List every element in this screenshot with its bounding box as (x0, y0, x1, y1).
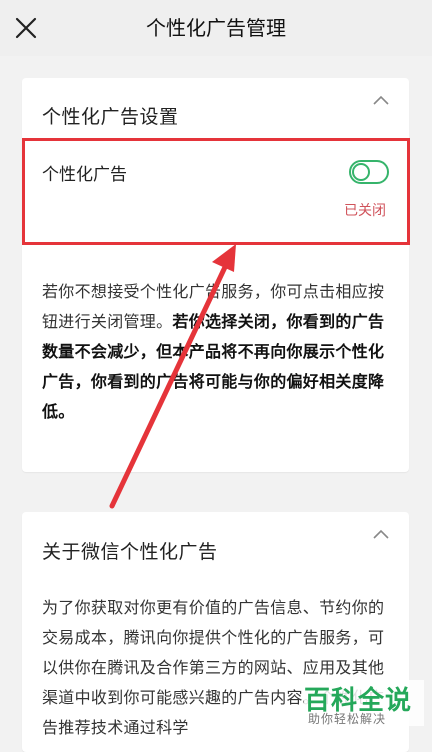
chevron-up-icon[interactable] (373, 529, 389, 539)
toggle-knob (352, 163, 370, 181)
chevron-up-icon[interactable] (373, 95, 389, 105)
top-bar: 个性化广告管理 (0, 0, 432, 56)
personalized-ad-toggle[interactable] (349, 160, 389, 184)
watermark-logo: 百科全说 助你轻松解决 (304, 680, 424, 726)
page-title: 个性化广告管理 (146, 16, 286, 40)
personalized-ad-settings-card: 个性化广告设置 个性化广告 已关闭 若你不想接受个性化广告服务，你可点击相应按钮… (22, 78, 409, 472)
about-card-title: 关于微信个性化广告 (42, 541, 218, 563)
toggle-status-text: 已关闭 (344, 203, 386, 219)
watermark-sub-text: 助你轻松解决 (308, 712, 387, 726)
settings-card-title: 个性化广告设置 (42, 106, 179, 128)
settings-description: 若你不想接受个性化广告服务，你可点击相应按钮进行关闭管理。若你选择关闭，你看到的… (42, 277, 388, 427)
personalized-ad-toggle-label: 个性化广告 (42, 165, 127, 185)
